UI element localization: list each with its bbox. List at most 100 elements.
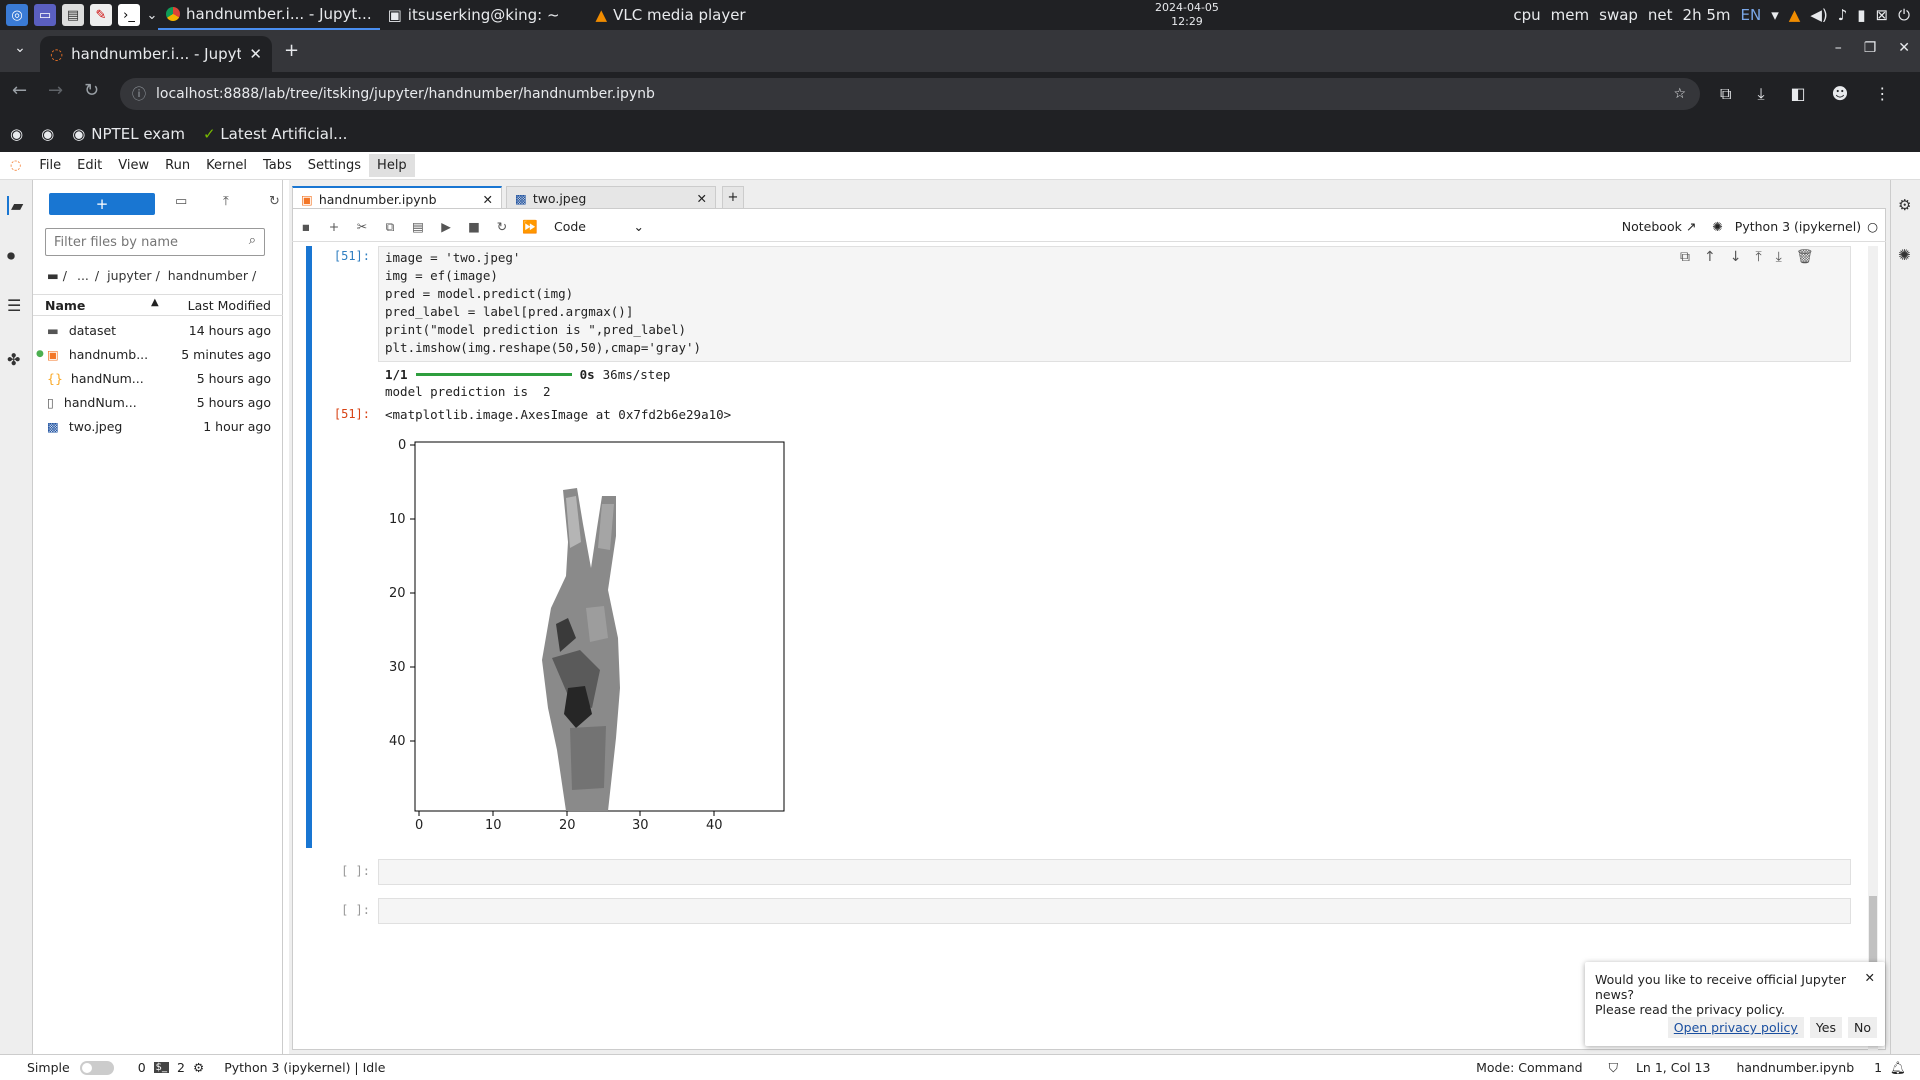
file-row-json[interactable]: {} handNum... 5 hours ago <box>33 366 283 390</box>
file-browser-icon[interactable]: ▰ <box>7 196 23 215</box>
new-tab-plus-icon[interactable]: + <box>722 186 744 210</box>
new-launcher-button[interactable]: + <box>49 193 155 215</box>
notebook-scrollbar[interactable] <box>1868 246 1878 1050</box>
stop-icon[interactable]: ■ <box>460 219 488 234</box>
tab-search-icon[interactable]: ⌄ <box>8 40 32 64</box>
site-info-icon[interactable]: ⓘ <box>132 84 146 104</box>
tab-notebook[interactable]: ▣ handnumber.ipynb ✕ <box>292 186 502 210</box>
column-last-modified[interactable]: Last Modified <box>188 298 271 313</box>
browser-tab-active[interactable]: ◌ handnumber.i... - Jupyte ✕ <box>40 36 272 72</box>
upload-icon[interactable]: ⤒ <box>223 194 229 209</box>
side-panel-icon[interactable]: ◧ <box>1791 84 1806 104</box>
battery-time[interactable]: 2h 5m <box>1683 6 1731 24</box>
lock-icon[interactable]: ⊠ <box>1876 6 1889 24</box>
file-row-image[interactable]: ▩ two.jpeg 1 hour ago <box>33 414 283 438</box>
bookmark-nptel[interactable]: NPTEL exam <box>91 125 185 143</box>
sort-caret-icon[interactable]: ▲ <box>151 297 159 308</box>
menu-tabs[interactable]: Tabs <box>255 154 300 177</box>
kernel-status[interactable]: Python 3 (ipykernel) | Idle <box>224 1060 385 1075</box>
files-icon[interactable]: ▤ <box>62 4 84 26</box>
yes-button[interactable]: Yes <box>1809 1017 1842 1038</box>
duplicate-cell-icon[interactable]: ⧉ <box>1680 249 1690 265</box>
menu-kernel[interactable]: Kernel <box>198 154 255 177</box>
bookmark-star-icon[interactable]: ☆ <box>1673 86 1686 102</box>
notebook-mode-button[interactable]: Notebook ↗ <box>1622 219 1697 234</box>
terminal-icon[interactable]: ›_ <box>118 4 140 26</box>
empty-cell-editor[interactable] <box>378 859 1851 885</box>
app-menu-icon[interactable]: ◎ <box>6 4 28 26</box>
menu-help[interactable]: Help <box>369 154 415 177</box>
task-vlc[interactable]: ▲ VLC media player <box>588 0 754 30</box>
back-icon[interactable]: ← <box>12 80 27 101</box>
task-terminal[interactable]: ▣ itsuserking@king: ~ <box>380 0 568 30</box>
extensions-icon[interactable]: ✤ <box>7 350 20 369</box>
document-viewer-icon[interactable]: ✎ <box>90 4 112 26</box>
reload-icon[interactable]: ↻ <box>84 80 99 101</box>
bookmark-icon[interactable]: ◉ <box>41 125 54 143</box>
paste-icon[interactable]: ▤ <box>404 219 432 234</box>
cursor-position[interactable]: Ln 1, Col 13 <box>1636 1060 1711 1075</box>
net-indicator[interactable]: net <box>1648 6 1673 24</box>
bookmark-icon[interactable]: ◉ <box>72 125 85 143</box>
move-down-icon[interactable]: ↓ <box>1730 249 1742 265</box>
delete-cell-icon[interactable]: 🗑 <box>1796 249 1814 265</box>
close-icon[interactable]: ✕ <box>249 45 262 63</box>
toc-icon[interactable]: ☰ <box>7 296 21 315</box>
download-icon[interactable]: ⤓ <box>1757 84 1764 104</box>
code-editor[interactable]: image = 'two.jpeg' img = ef(image) pred … <box>378 246 1851 362</box>
battery-icon[interactable]: ▮ <box>1857 6 1865 24</box>
forward-icon[interactable]: → <box>48 80 63 101</box>
extensions-icon[interactable]: ⧉ <box>1720 84 1731 104</box>
refresh-icon[interactable]: ↻ <box>269 194 280 209</box>
language-indicator[interactable]: EN <box>1741 6 1762 24</box>
bookmark-icon[interactable]: ◉ <box>10 125 23 143</box>
restart-icon[interactable]: ↻ <box>488 219 516 234</box>
close-icon[interactable]: ✕ <box>483 192 493 207</box>
debugger-icon[interactable]: ✺ <box>1712 219 1722 234</box>
task-jupyter[interactable]: handnumber.i... - Jupyt... <box>158 0 380 30</box>
menu-view[interactable]: View <box>110 154 157 177</box>
close-icon[interactable]: ✕ <box>697 191 707 206</box>
address-bar[interactable]: ⓘ localhost:8888/lab/tree/itsking/jupyte… <box>120 78 1700 110</box>
run-all-icon[interactable]: ⏩ <box>516 219 544 235</box>
cell-type-select[interactable]: Code ⌄ <box>554 219 644 234</box>
bell-icon[interactable]: ♪ <box>1838 6 1848 24</box>
filter-input[interactable]: ⌕ <box>45 228 265 256</box>
swap-indicator[interactable]: swap <box>1599 6 1638 24</box>
close-icon[interactable]: ✕ <box>1865 970 1875 985</box>
simple-mode-toggle[interactable] <box>79 1060 114 1075</box>
terminals-count[interactable]: 0 <box>138 1060 146 1075</box>
new-tab-button[interactable]: + <box>284 40 299 61</box>
running-icon[interactable]: ⏺ <box>7 246 15 266</box>
insert-cell-icon[interactable]: + <box>320 219 348 234</box>
file-row-dataset[interactable]: ▬ dataset 14 hours ago <box>33 318 283 342</box>
minimize-icon[interactable]: – <box>1835 40 1842 56</box>
kernel-name[interactable]: Python 3 (ipykernel) <box>1735 219 1861 234</box>
menu-settings[interactable]: Settings <box>300 154 369 177</box>
wifi-icon[interactable]: ▾ <box>1771 6 1779 24</box>
cpu-indicator[interactable]: cpu <box>1513 6 1540 24</box>
menu-run[interactable]: Run <box>157 154 198 177</box>
close-window-icon[interactable]: ✕ <box>1898 40 1910 56</box>
volume-icon[interactable]: ◀) <box>1810 6 1827 24</box>
empty-cell-editor[interactable] <box>378 898 1851 924</box>
insert-above-icon[interactable]: ⤒ <box>1755 249 1761 265</box>
property-inspector-icon[interactable]: ⚙ <box>1898 196 1911 214</box>
vlc-tray-icon[interactable]: ▲ <box>1789 6 1801 24</box>
bell-icon[interactable]: 🔔︎ <box>1890 1060 1906 1076</box>
run-icon[interactable]: ▶ <box>432 219 460 234</box>
bookmark-latest-ai[interactable]: ✓ Latest Artificial... <box>203 125 348 143</box>
kernels-count[interactable]: 2 <box>177 1060 185 1075</box>
chevron-down-icon[interactable]: ⌄ <box>146 4 158 26</box>
notification-count[interactable]: 1 <box>1874 1060 1882 1075</box>
breadcrumb-jupyter[interactable]: jupyter <box>107 268 151 283</box>
column-name[interactable]: Name <box>45 298 85 313</box>
privacy-policy-link[interactable]: Open privacy policy <box>1667 1017 1804 1038</box>
filter-input-field[interactable] <box>54 230 234 254</box>
profile-icon[interactable]: ☻ <box>1832 84 1849 104</box>
mem-indicator[interactable]: mem <box>1551 6 1589 24</box>
copy-icon[interactable]: ⧉ <box>376 219 404 235</box>
more-menu-icon[interactable]: ⋮ <box>1874 84 1890 104</box>
menu-file[interactable]: File <box>31 154 69 177</box>
desktop-icon[interactable]: ▭ <box>34 4 56 26</box>
